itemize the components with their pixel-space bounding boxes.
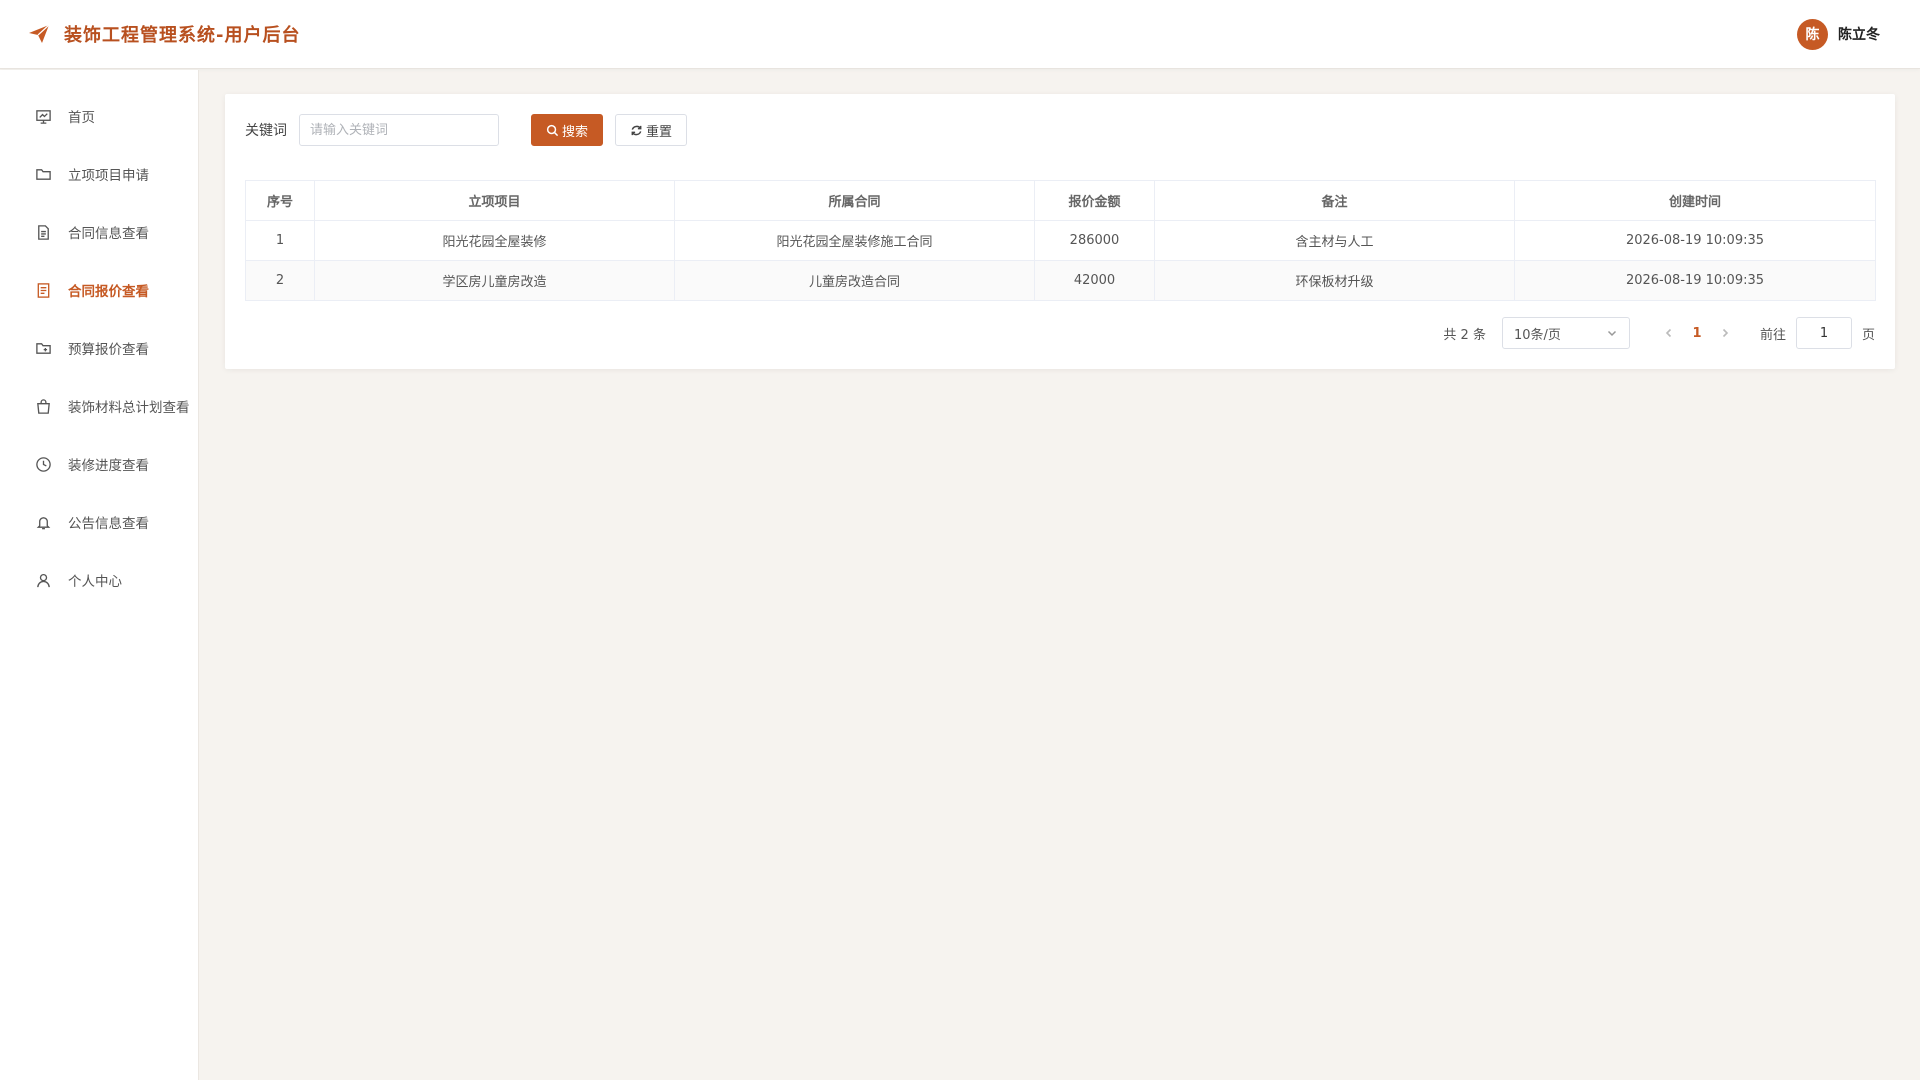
search-button[interactable]: 搜索	[531, 114, 604, 146]
avatar[interactable]: 陈	[1797, 18, 1828, 50]
goto-page-input[interactable]	[1795, 317, 1852, 349]
chevron-right-icon	[1722, 328, 1729, 338]
sidebar-item-progress[interactable]: 装修进度查看	[0, 435, 198, 493]
page-number-current[interactable]: 1	[1682, 326, 1712, 341]
user-icon	[34, 571, 52, 589]
sidebar-item-contract-info[interactable]: 合同信息查看	[0, 203, 198, 261]
reset-button-label: 重置	[646, 124, 673, 140]
sidebar-item-label: 个人中心	[68, 574, 122, 590]
table-row[interactable]: 2 学区房儿童房改造 儿童房改造合同 42000 环保板材升级 2026-08-…	[245, 260, 1876, 301]
refresh-icon	[631, 125, 642, 135]
table-cell: 学区房儿童房改造	[314, 260, 675, 301]
table-cell: 含主材与人工	[1154, 220, 1515, 261]
reset-button[interactable]: 重置	[615, 114, 688, 146]
prev-page-button[interactable]	[1656, 319, 1682, 347]
sidebar-item-label: 立项项目申请	[68, 168, 149, 184]
table-cell: 阳光花园全屋装修施工合同	[674, 220, 1035, 261]
table-cell: 儿童房改造合同	[674, 260, 1035, 301]
sidebar-item-label: 装修进度查看	[68, 458, 149, 474]
main-panel: 关键词 搜索 重置 序号 立项项目 所属合同 报价金额 备注 创建时间	[225, 94, 1895, 369]
column-header: 报价金额	[1034, 180, 1155, 221]
folder-add-icon	[34, 339, 52, 357]
sidebar-item-budget-quote[interactable]: 预算报价查看	[0, 319, 198, 377]
sidebar-item-label: 首页	[68, 110, 95, 126]
table-header-row: 序号 立项项目 所属合同 报价金额 备注 创建时间	[245, 180, 1876, 221]
column-header: 创建时间	[1514, 180, 1876, 221]
user-name[interactable]: 陈立冬	[1838, 24, 1880, 44]
table-cell: 2	[245, 260, 315, 301]
table-row[interactable]: 1 阳光花园全屋装修 阳光花园全屋装修施工合同 286000 含主材与人工 20…	[245, 220, 1876, 261]
clock-icon	[34, 455, 52, 473]
sidebar-item-label: 合同报价查看	[68, 284, 149, 300]
search-toolbar: 关键词 搜索 重置	[245, 114, 1875, 146]
document-icon	[34, 223, 52, 241]
sidebar-item-label: 合同信息查看	[68, 226, 149, 242]
shopping-bag-icon	[34, 397, 52, 415]
next-page-button[interactable]	[1712, 319, 1738, 347]
chart-board-icon	[34, 107, 52, 125]
sidebar-item-label: 装饰材料总计划查看	[68, 400, 190, 416]
column-header: 所属合同	[674, 180, 1035, 221]
page-size-value: 10条/页	[1513, 327, 1561, 343]
page-suffix: 页	[1861, 327, 1875, 343]
sidebar-item-label: 预算报价查看	[68, 342, 149, 358]
quote-table: 序号 立项项目 所属合同 报价金额 备注 创建时间 1 阳光花园全屋装修 阳光花…	[245, 180, 1876, 301]
bell-icon	[34, 513, 52, 531]
total-count: 共 2 条	[1443, 327, 1486, 343]
keyword-label: 关键词	[245, 123, 287, 139]
table-cell: 2026-08-19 10:09:35	[1514, 220, 1876, 261]
column-header: 备注	[1154, 180, 1515, 221]
table-cell: 环保板材升级	[1154, 260, 1515, 301]
column-header: 立项项目	[314, 180, 675, 221]
folder-icon	[34, 165, 52, 183]
table-cell: 2026-08-19 10:09:35	[1514, 260, 1876, 301]
top-header: 装饰工程管理系统-用户后台 陈 陈立冬	[0, 0, 1920, 69]
page-size-select[interactable]: 10条/页	[1501, 317, 1630, 349]
column-header: 序号	[245, 180, 315, 221]
sidebar-item-material-plan[interactable]: 装饰材料总计划查看	[0, 377, 198, 435]
sidebar-item-project-apply[interactable]: 立项项目申请	[0, 145, 198, 203]
paper-plane-icon	[26, 21, 52, 47]
keyword-input[interactable]	[299, 114, 499, 146]
chevron-left-icon	[1665, 328, 1672, 338]
list-document-icon	[34, 281, 52, 299]
brand: 装饰工程管理系统-用户后台	[26, 21, 300, 47]
table-cell: 1	[245, 220, 315, 261]
sidebar-item-contract-quote[interactable]: 合同报价查看	[0, 261, 198, 319]
sidebar-item-label: 公告信息查看	[68, 516, 149, 532]
user-menu[interactable]: 陈 陈立冬	[1797, 18, 1880, 50]
pagination: 共 2 条 10条/页 1 前往 页	[245, 317, 1875, 349]
sidebar-item-notice[interactable]: 公告信息查看	[0, 493, 198, 551]
table-cell: 阳光花园全屋装修	[314, 220, 675, 261]
table-cell: 286000	[1034, 220, 1155, 261]
sidebar: 首页 立项项目申请 合同信息查看 合同报价查看 预算报价查看 装饰材料总计划查看	[0, 70, 199, 1080]
search-icon	[546, 124, 559, 136]
sidebar-item-profile[interactable]: 个人中心	[0, 551, 198, 609]
table-cell: 42000	[1034, 260, 1155, 301]
search-button-label: 搜索	[562, 124, 589, 140]
sidebar-item-home[interactable]: 首页	[0, 87, 198, 145]
goto-label: 前往	[1759, 327, 1786, 343]
chevron-down-icon	[1607, 330, 1616, 337]
app-title: 装饰工程管理系统-用户后台	[64, 25, 301, 46]
